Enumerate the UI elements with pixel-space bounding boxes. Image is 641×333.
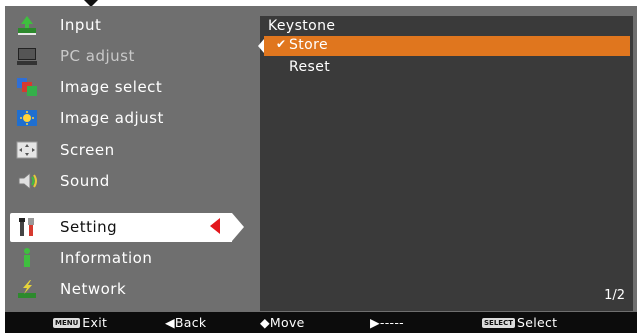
- footer-select: SELECT Select: [482, 315, 557, 330]
- input-icon: [16, 14, 38, 36]
- page-indicator: 1/2: [604, 288, 625, 303]
- select-key-badge: SELECT: [482, 318, 515, 328]
- footer-select-label: Select: [516, 315, 558, 330]
- menu-item-label: Image select: [60, 78, 163, 96]
- footer-move: ◆Move: [260, 315, 305, 330]
- menu-item-image-adjust[interactable]: Image adjust: [10, 104, 232, 133]
- menu-item-screen[interactable]: Screen: [10, 136, 232, 165]
- menu-item-label: Setting: [60, 218, 118, 236]
- menu-item-label: Input: [60, 16, 102, 34]
- footer-back: ◀Back: [165, 315, 207, 330]
- option-label: Reset: [289, 59, 331, 75]
- osd-menu-frame: Input PC adjust Image select Image adjus…: [5, 6, 637, 312]
- footer-exit: MENU Exit: [53, 315, 107, 330]
- menu-item-label: Sound: [60, 172, 110, 190]
- image-select-icon: [16, 76, 38, 98]
- pc-adjust-icon: [16, 45, 38, 67]
- selection-pointer-icon: [210, 218, 220, 234]
- sound-icon: [16, 170, 38, 192]
- menu-item-setting[interactable]: Setting: [10, 213, 244, 242]
- information-icon: [16, 247, 38, 269]
- option-pointer-icon: [258, 39, 264, 53]
- menu-item-image-select[interactable]: Image select: [10, 73, 232, 102]
- menu-item-network[interactable]: Network: [10, 275, 232, 304]
- main-menu: Input PC adjust Image select Image adjus…: [10, 11, 244, 309]
- menu-key-badge: MENU: [53, 318, 81, 328]
- checkmark-icon: ✔: [276, 37, 287, 51]
- screen-icon: [16, 139, 38, 161]
- menu-item-label: Network: [60, 280, 127, 298]
- image-adjust-icon: [16, 107, 38, 129]
- menu-item-label: PC adjust: [60, 47, 135, 65]
- panel-title: Keystone: [268, 18, 336, 34]
- menu-item-information[interactable]: Information: [10, 244, 232, 273]
- menu-item-input[interactable]: Input: [10, 11, 232, 40]
- menu-item-label: Information: [60, 249, 153, 267]
- menu-item-label: Image adjust: [60, 109, 164, 127]
- keystone-panel: Keystone ✔ Store Reset 1/2: [258, 16, 633, 311]
- menu-item-label: Screen: [60, 141, 115, 159]
- setting-icon: [16, 216, 38, 238]
- option-label: Store: [289, 37, 329, 53]
- footer-next: ▶-----: [370, 315, 404, 330]
- footer-guide-bar: MENU Exit ◀Back ◆Move ▶----- SELECT Select: [5, 312, 637, 333]
- footer-exit-label: Exit: [82, 315, 108, 330]
- option-store[interactable]: ✔ Store: [258, 36, 630, 56]
- menu-item-pc-adjust[interactable]: PC adjust: [10, 42, 232, 71]
- menu-item-sound[interactable]: Sound: [10, 167, 232, 196]
- option-reset[interactable]: Reset: [264, 58, 630, 78]
- network-icon: [16, 278, 38, 300]
